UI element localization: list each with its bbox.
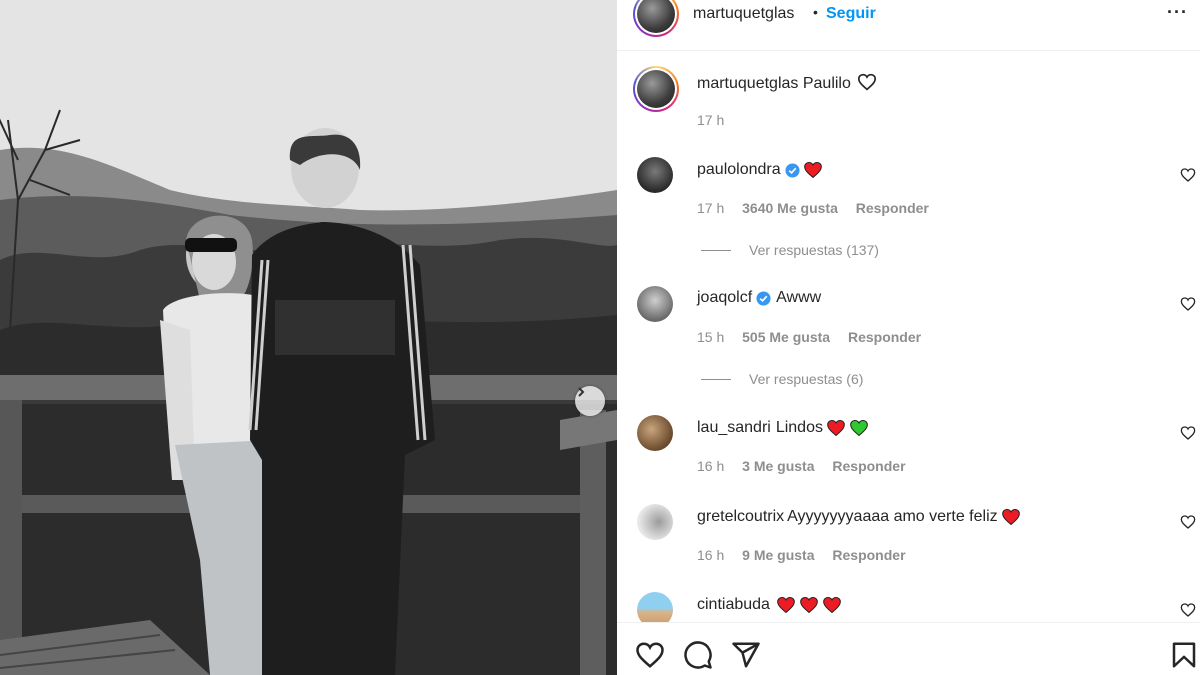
header-username[interactable]: martuquetglas [693,5,794,23]
like-comment-heart-icon[interactable] [1180,602,1196,618]
next-photo-button[interactable] [575,386,605,416]
caption-username[interactable]: martuquetglas [697,75,798,92]
comment-text: Lindos [775,419,823,436]
replies-divider [701,378,731,380]
commenter-avatar[interactable] [637,157,673,193]
comment-username[interactable]: lau_sandri [697,419,771,437]
like-comment-heart-icon[interactable] [1180,167,1196,183]
header-separator: • [813,4,818,20]
like-comment-heart-icon[interactable] [1180,514,1196,530]
comment-text: Ayyyyyyyaaaa amo verte feliz [787,508,998,525]
red-heart-icon [777,596,795,614]
post-action-bar [617,622,1200,675]
caption: martuquetglas Paulilo [697,73,877,93]
comment-likes[interactable]: 9 Me gusta [742,547,814,563]
comment-likes[interactable]: 505 Me gusta [742,329,830,345]
comment-time: 16 h [697,547,725,563]
post-photo[interactable] [0,0,617,675]
red-heart-icon [827,419,845,437]
replies-divider [701,249,731,251]
verified-badge-icon [785,162,800,178]
view-replies-button[interactable]: Ver respuestas (137) [701,242,879,258]
reply-button[interactable]: Responder [832,547,905,563]
chevron-right-icon [578,387,585,397]
caption-avatar[interactable] [633,66,679,112]
photo-scene [0,0,617,675]
author-avatar[interactable] [633,0,679,37]
like-comment-heart-icon[interactable] [1180,296,1196,312]
commenter-avatar[interactable] [637,286,673,322]
comment-icon[interactable] [683,640,713,670]
comment-username[interactable]: cintiabuda [697,596,770,614]
view-replies-label: Ver respuestas (137) [749,242,879,258]
commenter-avatar[interactable] [637,504,673,540]
follow-button[interactable]: Seguir [826,5,876,23]
red-heart-icon [1001,508,1020,526]
caption-text: Paulilo [802,75,851,92]
post-header: martuquetglas • Seguir ··· [617,0,1200,51]
comment-username[interactable]: gretelcoutrix [697,508,784,526]
reply-button[interactable]: Responder [856,200,929,216]
commenter-avatar[interactable] [637,415,673,451]
red-heart-icon [803,161,822,179]
red-heart-icon [800,596,818,614]
more-options-icon[interactable]: ··· [1167,2,1188,23]
view-replies-label: Ver respuestas (6) [749,371,864,387]
red-heart-icon [823,596,841,614]
post-sidebar: martuquetglas • Seguir ··· martuquetglas… [617,0,1200,675]
comment-time: 15 h [697,329,725,345]
heart-icon[interactable] [635,640,665,670]
caption-heart-icon[interactable] [857,73,877,91]
comment-time: 16 h [697,458,725,474]
green-heart-icon [850,419,868,437]
comment-likes[interactable]: 3 Me gusta [742,458,814,474]
reply-button[interactable]: Responder [832,458,905,474]
comment-username[interactable]: joaqolcf [697,289,752,307]
bookmark-icon[interactable] [1169,640,1199,670]
caption-time: 17 h [697,112,725,128]
comment-text: Awww [776,289,822,306]
comment-time: 17 h [697,200,725,216]
reply-button[interactable]: Responder [848,329,921,345]
comment-likes[interactable]: 3640 Me gusta [742,200,838,216]
verified-badge-icon [756,290,771,306]
view-replies-button[interactable]: Ver respuestas (6) [701,371,863,387]
share-icon[interactable] [731,640,761,670]
like-comment-heart-icon[interactable] [1180,425,1196,441]
comment-username[interactable]: paulolondra [697,161,781,179]
